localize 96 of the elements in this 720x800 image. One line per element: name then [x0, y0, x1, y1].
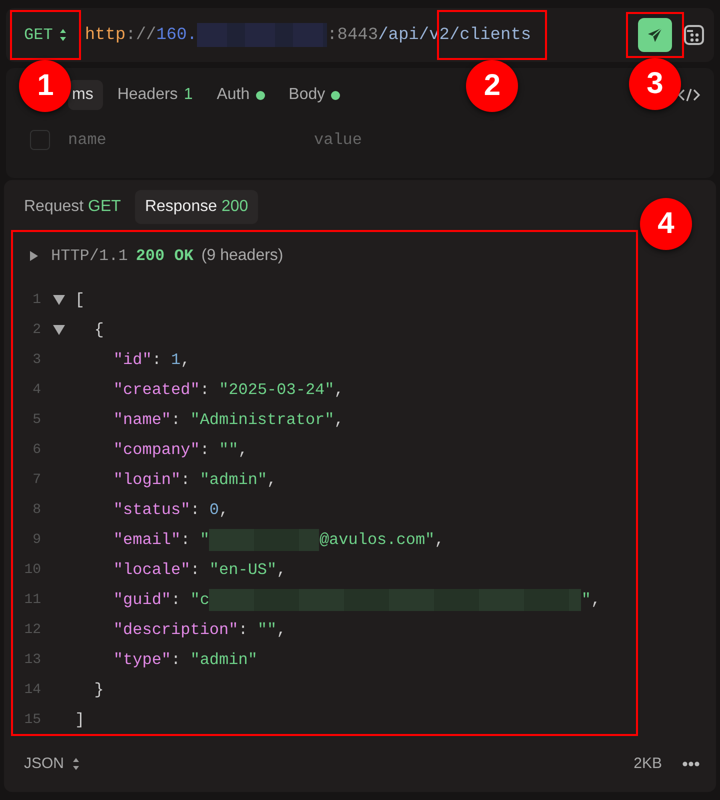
code-token: ]	[75, 711, 85, 729]
paper-plane-icon	[647, 27, 663, 43]
code-token: }	[93, 681, 104, 699]
up-down-icon	[58, 28, 67, 42]
method-select[interactable]: GET	[12, 12, 79, 58]
response-tab[interactable]: Request GET	[14, 190, 131, 224]
line-number: 14	[23, 682, 41, 698]
code-token: {	[93, 321, 104, 339]
code-token: ,	[434, 531, 444, 549]
line-number: 6	[32, 442, 41, 458]
line-number: 15	[23, 712, 41, 728]
code-token: :	[180, 471, 192, 489]
code-token: "en-US"	[209, 561, 277, 579]
param-name-field[interactable]: name	[68, 131, 314, 149]
code-token: "description"	[112, 621, 238, 639]
request-tab[interactable]: Body	[278, 80, 350, 110]
url-host[interactable]: 160.	[156, 12, 198, 58]
request-tab[interactable]: Headers 1	[107, 80, 203, 110]
callout-number: 4	[640, 198, 692, 250]
code-token: "email"	[112, 531, 181, 549]
code-token: ,	[276, 621, 286, 639]
response-tab[interactable]: Response 200	[134, 190, 258, 224]
code-token: ,	[334, 411, 344, 429]
url-scheme[interactable]: http	[84, 12, 126, 58]
code-token: "guid"	[112, 591, 172, 609]
header-count: (9 headers)	[201, 247, 284, 265]
code-token: :	[171, 411, 182, 429]
code-token: "login"	[112, 471, 181, 489]
code-token: ,	[276, 561, 286, 579]
fold-icon[interactable]	[53, 325, 65, 335]
code-token: "admin"	[190, 651, 258, 669]
code-token: [	[75, 291, 85, 309]
code-token: ,	[591, 591, 601, 609]
code-token: :	[171, 651, 182, 669]
checkbox[interactable]	[30, 130, 50, 150]
code-token: :	[180, 531, 192, 549]
line-number: 12	[23, 622, 41, 638]
code-token: :	[200, 441, 210, 459]
code-token: :	[152, 351, 162, 369]
code-token: ,	[180, 351, 190, 369]
code-token: "type"	[112, 651, 172, 669]
code-token: 1	[171, 351, 181, 369]
request-tab[interactable]: Auth	[206, 80, 275, 110]
url-sep[interactable]: ://	[126, 12, 156, 58]
send-button[interactable]	[638, 18, 672, 52]
code-token: :	[238, 621, 249, 639]
code-token: @avulos.com"	[319, 531, 435, 549]
line-number: 5	[32, 412, 41, 428]
code-token: :	[190, 501, 201, 519]
code-snippet-icon[interactable]	[682, 23, 706, 47]
line-number: 7	[32, 472, 41, 488]
code-token: "c	[190, 591, 210, 609]
code-token: "admin"	[200, 471, 268, 489]
code-token: :	[190, 561, 201, 579]
line-number: 1	[32, 292, 41, 308]
code-token: ,	[334, 381, 344, 399]
line-number: 10	[23, 562, 41, 578]
param-value-field[interactable]: value	[314, 131, 514, 149]
more-icon[interactable]	[682, 760, 700, 766]
code-token: ""	[219, 441, 238, 459]
status-code: 200 OK	[136, 247, 194, 265]
url-sep[interactable]: :8443	[327, 12, 378, 58]
code-token: :	[171, 591, 182, 609]
code-token: "created"	[112, 381, 200, 399]
url-path[interactable]: 2/clients	[439, 26, 532, 44]
code-token: "locale"	[112, 561, 190, 579]
line-number: 11	[23, 592, 41, 608]
request-tab[interactable]: ms	[68, 80, 104, 110]
up-down-icon[interactable]	[72, 756, 80, 770]
line-number: 8	[32, 502, 41, 518]
code-token: 0	[209, 501, 220, 519]
line-number: 3	[32, 352, 41, 368]
code-token: "	[581, 591, 592, 609]
code-token: "status"	[112, 501, 190, 519]
url-path[interactable]: /api/v	[378, 12, 440, 58]
code-token: ,	[219, 501, 229, 519]
code-token: ""	[257, 621, 277, 639]
code-token: "company"	[112, 441, 200, 459]
fold-icon[interactable]	[53, 295, 65, 305]
protocol-text: HTTP/1.1	[51, 247, 128, 265]
code-token: "name"	[112, 411, 172, 429]
code-icon[interactable]	[678, 87, 700, 103]
code-token: "Administrator"	[190, 411, 334, 429]
response-size: 2KB	[634, 755, 662, 772]
line-number: 9	[32, 532, 41, 548]
expand-icon[interactable]	[29, 251, 39, 261]
code-token: ,	[238, 441, 248, 459]
line-number: 13	[23, 652, 41, 668]
code-token: ,	[267, 471, 277, 489]
line-number: 4	[32, 382, 41, 398]
code-token: "	[200, 531, 210, 549]
code-token: "2025-03-24"	[219, 381, 334, 399]
format-select[interactable]: JSON	[24, 755, 64, 772]
code-token: "id"	[112, 351, 152, 369]
code-token: :	[200, 381, 210, 399]
line-number: 2	[32, 322, 41, 338]
